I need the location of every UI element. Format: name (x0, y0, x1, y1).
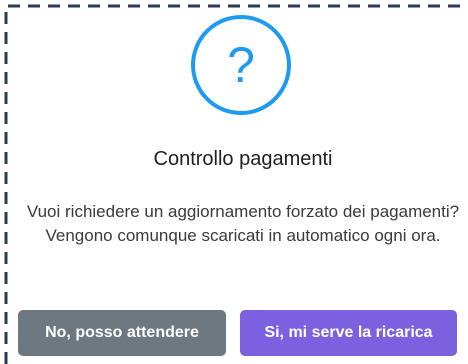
question-circle-icon: ? (191, 15, 291, 115)
svg-text:?: ? (227, 37, 255, 93)
confirm-dialog: ? Controllo pagamenti Vuoi richiedere un… (0, 0, 468, 364)
confirm-button[interactable]: Si, mi serve la ricarica (240, 310, 457, 356)
dialog-message: Vuoi richiedere un aggiornamento forzato… (26, 202, 460, 245)
dialog-title: Controllo pagamenti (153, 148, 333, 170)
cancel-button[interactable]: No, posso attendere (18, 310, 226, 356)
